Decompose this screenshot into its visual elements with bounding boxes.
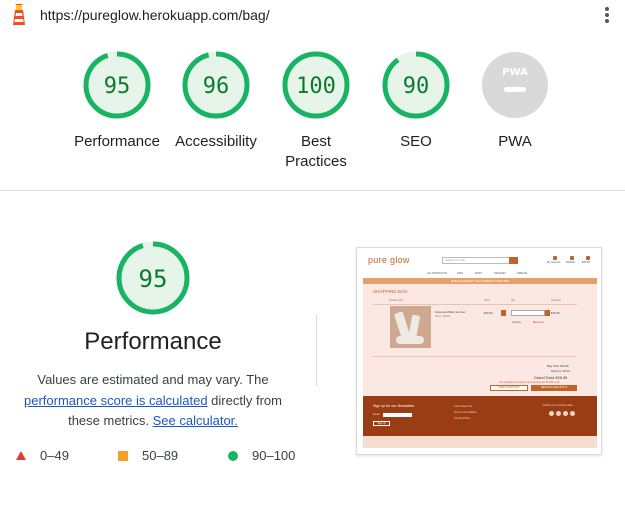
gauge-label: SEO: [400, 133, 432, 150]
performance-score: 95: [139, 265, 168, 293]
newsletter-title: Sign up for our Newsletter: [373, 404, 415, 408]
category-gauges: 95 Performance 96 Accessibility 100 Best…: [0, 50, 625, 180]
gauge-ring: 100: [282, 51, 350, 119]
performance-title: Performance: [84, 328, 222, 355]
free-delivery-note: You could get free delivery by spending …: [499, 381, 560, 384]
bag-total: Bag Total: €26.95: [547, 364, 569, 368]
triangle-icon: [16, 451, 26, 460]
col-header: Subtotal: [551, 299, 561, 302]
lighthouse-icon: [13, 4, 25, 25]
bag-content: SHOPPING BAG Product Info Price Qty Subt…: [363, 284, 597, 396]
gauge-pwa[interactable]: PWA PWA: [460, 50, 570, 152]
nav-item: BODY: [475, 272, 483, 275]
col-header: Qty: [511, 299, 516, 302]
kebab-menu-icon[interactable]: [600, 5, 614, 25]
account-icon: [553, 256, 557, 260]
square-icon: [118, 450, 128, 461]
performance-gauge: 95: [116, 241, 190, 315]
qty-minus: [501, 310, 506, 316]
pinterest-icon: [570, 411, 575, 416]
product-sku: SKU: 10394: [435, 314, 451, 318]
gauge-score: 90: [403, 74, 430, 99]
page-url: https://pureglow.herokuapp.com/bag/: [40, 7, 270, 23]
gauge-ring: 90: [382, 51, 450, 119]
gauge-performance[interactable]: 95 Performance: [62, 50, 172, 152]
secure-checkout-button: SECURE CHECKOUT: [531, 385, 577, 391]
email-label: Email: [373, 413, 380, 416]
gauge-seo[interactable]: 90 SEO: [361, 50, 471, 152]
performance-description: Values are estimated and may vary. The p…: [8, 370, 298, 432]
pwa-badge-text: PWA: [502, 67, 528, 78]
col-header: Price: [484, 299, 490, 302]
gauge-score: 100: [296, 74, 336, 99]
delivery-cost: Delivery: €0.00: [551, 369, 570, 373]
gauge-label: Performance: [74, 133, 160, 150]
wishlist-icon: [570, 256, 574, 260]
nav-item: ORGANIC: [494, 272, 507, 275]
gauge-best-practices[interactable]: 100 Best Practices: [261, 50, 371, 172]
nav-item: SPECIAL: [517, 272, 528, 275]
social-title: Follow us on social media: [543, 404, 573, 407]
circle-icon: [228, 450, 238, 461]
legend-pass: 90–100: [228, 448, 295, 463]
qty-plus: [545, 310, 550, 316]
row-divider: [373, 356, 577, 357]
row-divider: [373, 304, 577, 305]
score-calculation-link[interactable]: performance score is calculated: [24, 393, 208, 408]
qty-input: [511, 310, 545, 316]
pwa-badge-icon: PWA: [482, 52, 548, 118]
newsletter-email-input: [383, 413, 412, 417]
gauge-label: PWA: [498, 133, 532, 150]
score-legend: 0–49 50–89 90–100: [0, 448, 320, 464]
col-header: Product Info: [389, 299, 403, 302]
signup-button: Sign Up: [373, 421, 390, 426]
product-subtotal: €26.95: [551, 311, 560, 315]
product-image: [390, 306, 431, 348]
twitter-icon: [563, 411, 568, 416]
site-header: pure glow Search our site My Account Wis…: [357, 248, 601, 272]
site-footer: Sign up for our Newsletter Email Sign Up…: [363, 396, 597, 436]
gauge-accessibility[interactable]: 96 Accessibility: [161, 50, 271, 152]
nav-item: SKIN: [457, 272, 464, 275]
legend-range: 50–89: [142, 448, 179, 463]
gauge-ring: 96: [182, 51, 250, 119]
gauge-label: Best Practices: [285, 133, 347, 170]
nav-item: ALL PRODUCTS: [427, 272, 447, 275]
account-label: My Account: [547, 261, 561, 264]
wishlist-label: Wishlist: [566, 261, 575, 264]
facebook-icon: [549, 411, 554, 416]
remove-link: Remove: [533, 320, 544, 324]
site-search-input: Search our site: [442, 257, 510, 264]
gauge-score: 95: [104, 74, 131, 99]
search-icon: [509, 257, 518, 264]
product-price: €26.95: [484, 311, 493, 315]
section-divider: [0, 190, 625, 191]
gauge-score: 96: [203, 74, 230, 99]
footer-link: Learn About Us: [454, 405, 472, 408]
bag-total-label: €26.95: [582, 261, 590, 264]
gauge-label: Accessibility: [175, 133, 257, 150]
performance-summary: 95 Performance: [38, 240, 268, 356]
bag-icon: [586, 256, 590, 260]
instagram-icon: [556, 411, 561, 416]
legend-range: 90–100: [252, 448, 296, 463]
see-calculator-link[interactable]: See calculator.: [153, 413, 238, 428]
top-bar: https://pureglow.herokuapp.com/bag/: [0, 0, 625, 30]
legend-fail: 0–49: [16, 448, 69, 463]
legend-range: 0–49: [40, 448, 69, 463]
bag-title: SHOPPING BAG: [373, 289, 408, 294]
site-bottom-strip: [363, 436, 597, 448]
keep-shopping-button: KEEP SHOPPING: [490, 385, 528, 391]
page-screenshot[interactable]: pure glow Search our site My Account Wis…: [356, 247, 602, 455]
footer-link: Terms & Conditions: [454, 411, 477, 414]
footer-link: Privacy Policy: [454, 417, 471, 420]
desc-text: Values are estimated and may vary. The: [37, 372, 269, 387]
vertical-divider: [316, 314, 317, 386]
update-link: Update: [512, 320, 522, 324]
site-logo: pure glow: [368, 255, 410, 265]
grand-total: Grand Total: €26.95: [534, 376, 568, 380]
legend-average: 50–89: [118, 448, 178, 463]
gauge-ring: 95: [83, 51, 151, 119]
